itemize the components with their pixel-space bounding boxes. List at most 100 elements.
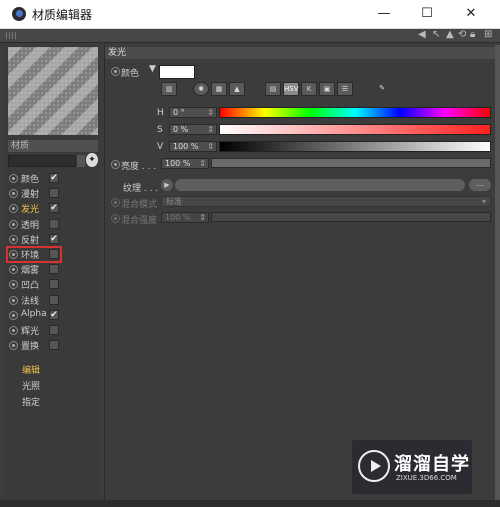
channel-item[interactable]: 发光 ✔	[7, 201, 97, 215]
nav-item[interactable]: 光照	[22, 379, 40, 392]
channel-item[interactable]: 反射 ✔	[7, 232, 97, 246]
blend-mode-label: 混合模式	[121, 200, 158, 210]
channel-checkbox[interactable]	[49, 218, 59, 229]
v-label: V	[157, 142, 164, 152]
channel-checkbox[interactable]	[49, 279, 59, 290]
maximize-button[interactable]: ☐	[413, 4, 441, 24]
blend-strength-field[interactable]: 100 % ⇕	[161, 212, 209, 223]
nav-item[interactable]: 指定	[22, 395, 40, 408]
rgb-icon[interactable]: ▤	[265, 82, 281, 96]
v-value: 100 %	[173, 142, 199, 151]
kelvin-icon[interactable]: K	[301, 82, 317, 96]
brightness-field[interactable]: 100 % ⇕	[161, 158, 209, 169]
cursor-icon[interactable]: ↖	[432, 29, 440, 40]
channel-item[interactable]: 烟雾	[7, 262, 97, 276]
expand-icon[interactable]: ⊞	[484, 29, 492, 40]
lock-icon[interactable]: 🔒︎	[470, 29, 475, 40]
nav-item[interactable]: 编辑	[22, 363, 40, 376]
h-stepper-icon[interactable]: ⇕	[207, 108, 214, 117]
brightness-slider[interactable]	[211, 158, 491, 168]
name-dropdown-button[interactable]	[77, 155, 85, 167]
brightness-stepper-icon[interactable]: ⇕	[199, 159, 206, 168]
chevron-down-icon: ▾	[481, 197, 486, 206]
right-panel: 发光 颜色 ▼ ▥ ✺ ▦ ▲ ▤ HSV K ▣ ☰ ✎ H 0 ° ⇕ S 0…	[104, 45, 496, 500]
channel-radio[interactable]	[9, 265, 18, 275]
channel-radio[interactable]	[9, 310, 18, 320]
title-bar: 材质编辑器 — ☐ ✕	[0, 0, 500, 29]
s-field[interactable]: 0 % ⇕	[169, 124, 217, 135]
close-button[interactable]: ✕	[457, 4, 485, 24]
spectrum-icon[interactable]: ▥	[161, 82, 177, 96]
channel-checkbox[interactable]	[49, 188, 59, 199]
bottom-strip	[0, 500, 500, 507]
v-stepper-icon[interactable]: ⇕	[207, 142, 214, 151]
brightness-radio[interactable]	[111, 160, 120, 169]
channel-checkbox[interactable]	[49, 325, 59, 335]
channel-item[interactable]: 漫射	[7, 186, 97, 200]
channel-item[interactable]: 辉光	[7, 323, 97, 337]
history-icon[interactable]: ⟲	[458, 29, 466, 40]
channel-radio[interactable]	[9, 295, 18, 305]
material-preview[interactable]	[8, 47, 98, 135]
blend-strength-stepper-icon[interactable]: ⇕	[199, 213, 206, 222]
channel-checkbox[interactable]: ✔	[49, 203, 59, 214]
image-icon[interactable]: ▦	[211, 82, 227, 96]
blend-strength-slider[interactable]	[211, 212, 491, 222]
channel-radio[interactable]	[9, 204, 18, 214]
eyedropper-icon[interactable]: ✎	[375, 82, 389, 94]
texture-play-icon[interactable]: ▶	[161, 179, 173, 191]
channel-radio[interactable]	[9, 174, 18, 183]
channel-checkbox[interactable]: ✔	[49, 173, 59, 183]
channel-radio[interactable]	[9, 219, 18, 229]
watermark-title: 溜溜自学	[394, 454, 470, 475]
channel-item[interactable]: 颜色 ✔	[7, 171, 97, 185]
sliders-icon[interactable]: ☰	[337, 82, 353, 96]
preview-noise	[8, 47, 98, 135]
saturation-bar[interactable]	[219, 124, 491, 135]
blend-mode-radio[interactable]	[111, 198, 120, 207]
s-stepper-icon[interactable]: ⇕	[207, 125, 214, 134]
channel-item[interactable]: 凹凸	[7, 277, 97, 291]
channel-radio[interactable]	[9, 234, 18, 244]
material-name[interactable]: 材质	[8, 140, 98, 152]
blend-strength-value: 100 %	[165, 213, 191, 222]
channel-label: 法线	[21, 296, 40, 307]
channel-checkbox[interactable]	[49, 340, 59, 351]
color-wheel-icon[interactable]: ✺	[193, 82, 209, 96]
channel-item[interactable]: 透明	[7, 217, 97, 231]
channel-radio[interactable]	[9, 189, 18, 199]
hsv-icon[interactable]: HSV	[283, 82, 299, 96]
channel-checkbox[interactable]: ✔	[49, 233, 59, 244]
minimize-button[interactable]: —	[370, 4, 398, 24]
channel-radio[interactable]	[9, 326, 18, 335]
channel-item[interactable]: 法线	[7, 293, 97, 307]
hue-bar[interactable]	[219, 107, 491, 118]
picker-icon[interactable]: ✦	[86, 153, 98, 167]
blend-strength-radio[interactable]	[111, 214, 120, 223]
channel-checkbox[interactable]: ✔	[49, 309, 59, 320]
mixer-icon[interactable]: ▣	[319, 82, 335, 96]
back-arrow-icon[interactable]: ◀	[418, 29, 426, 40]
mountain-icon[interactable]: ▲	[229, 82, 245, 96]
texture-more-button[interactable]: ...	[469, 179, 491, 191]
color-radio[interactable]	[111, 67, 120, 76]
value-bar[interactable]	[219, 141, 491, 152]
grip-icon[interactable]	[6, 32, 16, 39]
channel-radio[interactable]	[9, 341, 18, 351]
material-search-input[interactable]	[8, 155, 76, 167]
channel-checkbox[interactable]	[49, 264, 59, 275]
channel-item[interactable]: 置换	[7, 338, 97, 352]
channel-checkbox[interactable]	[49, 294, 59, 305]
left-panel: 材质 ✦ 颜色 ✔ 漫射 发光 ✔ 透明 反射 ✔ 环境 烟雾 凹凸 法线 Alpha ✔ 辉光 置换 编辑光…	[5, 45, 100, 500]
channel-item[interactable]: Alpha ✔	[7, 308, 97, 322]
texture-slot[interactable]	[175, 179, 465, 191]
color-swatch[interactable]	[159, 65, 195, 79]
h-field[interactable]: 0 ° ⇕	[169, 107, 217, 118]
v-field[interactable]: 100 % ⇕	[169, 141, 217, 152]
up-arrow-icon[interactable]: ▲	[446, 29, 454, 40]
color-label: 颜色	[121, 69, 140, 79]
s-value: 0 %	[173, 125, 189, 134]
channel-radio[interactable]	[9, 280, 18, 290]
color-expand-icon[interactable]: ▼	[149, 64, 156, 74]
blend-mode-select[interactable]: 标准 ▾	[161, 196, 491, 207]
